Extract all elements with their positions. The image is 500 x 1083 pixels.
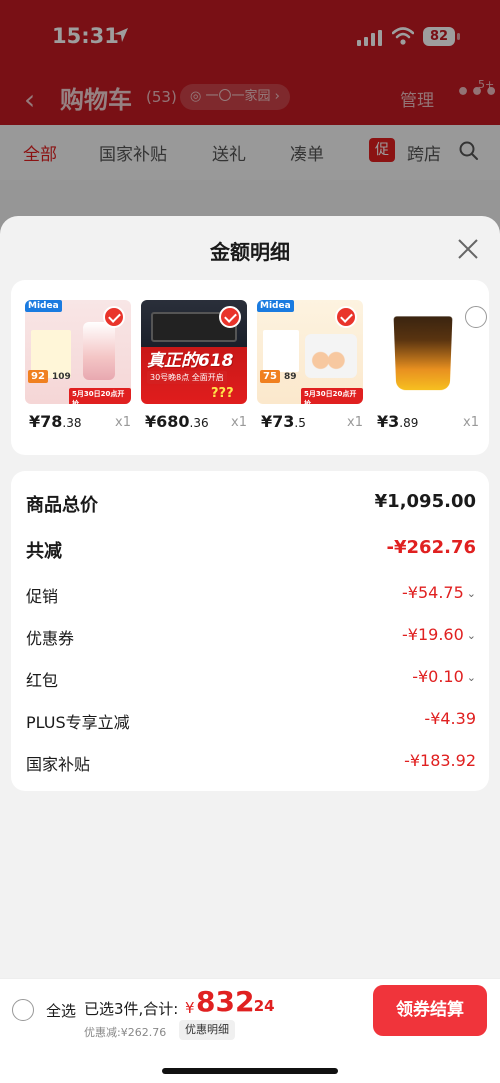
sheet-title: 金额明细	[210, 240, 290, 264]
product-price-row: ¥3.89 x1	[373, 412, 479, 436]
summary-value: -¥19.60 ⌄	[402, 625, 476, 644]
summary-amount: -¥19.60	[402, 625, 464, 644]
egg-cooker-graphic	[305, 334, 357, 378]
price-integer: ¥78	[29, 412, 63, 431]
summary-row-coupon[interactable]: 优惠券 -¥19.60 ⌄	[26, 625, 476, 653]
product-price: ¥680.36	[145, 412, 209, 431]
product-item[interactable]: 真正的618 30号晚8点 全面开启 ??? ¥680.36 x1	[141, 300, 247, 436]
drink-cup-graphic	[393, 316, 453, 391]
close-icon[interactable]	[455, 236, 481, 262]
summary-label: 商品总价	[26, 495, 98, 516]
summary-row-discount-total: 共减 -¥262.76	[26, 537, 476, 565]
checkout-bar: 全选 已选3件,合计: ¥ 832 .24 优惠减:¥262.76 优惠明细 领…	[0, 978, 500, 1083]
blender-graphic	[83, 322, 115, 380]
brand-logo: Midea	[257, 300, 294, 312]
promo-banner: 5月30日20点开抢	[301, 388, 363, 404]
checkout-button[interactable]: 领券结算	[373, 985, 487, 1036]
savings-text: 优惠减:¥262.76	[84, 1026, 167, 1039]
product-item[interactable]: Midea 92 109 5月30日20点开抢 ¥78.38 x1	[25, 300, 131, 436]
promo-mystery: ???	[211, 386, 234, 401]
product-qty: x1	[463, 415, 479, 430]
promo-banner: 5月30日20点开抢	[69, 388, 131, 404]
summary-amount: -¥0.10	[412, 667, 464, 686]
feature-list-graphic	[263, 330, 299, 372]
summary-label: 促销	[26, 587, 59, 606]
product-price-row: ¥680.36 x1	[141, 412, 247, 436]
summary-label: 共减	[26, 541, 62, 562]
select-all-label[interactable]: 全选	[46, 1000, 76, 1021]
selected-check-icon[interactable]	[335, 306, 357, 328]
selected-info: 已选3件,合计:	[84, 1000, 179, 1018]
promo-subline: 30号晚8点 全面开启	[147, 371, 227, 384]
selected-check-icon[interactable]	[103, 306, 125, 328]
summary-value: -¥54.75 ⌄	[402, 583, 476, 602]
summary-label: 红包	[26, 671, 59, 690]
summary-label: 优惠券	[26, 629, 75, 648]
summary-value: -¥4.39	[424, 709, 476, 728]
summary-value: -¥183.92	[404, 751, 476, 770]
product-qty: x1	[231, 415, 247, 430]
total-amount: 832	[196, 985, 255, 1018]
summary-row-total: 商品总价 ¥1,095.00	[26, 491, 476, 519]
product-image	[373, 300, 479, 404]
total-currency: ¥	[185, 999, 195, 1017]
total-decimal: .24	[248, 997, 275, 1015]
product-list: Midea 92 109 5月30日20点开抢 ¥78.38 x1 真正的618…	[11, 280, 489, 455]
product-qty: x1	[115, 415, 131, 430]
summary-amount: -¥54.75	[402, 583, 464, 602]
amount-summary: 商品总价 ¥1,095.00 共减 -¥262.76 促销 -¥54.75 ⌄ 优…	[11, 471, 489, 791]
product-price-row: ¥78.38 x1	[25, 412, 131, 436]
price-integer: ¥680	[145, 412, 190, 431]
price-decimal: .89	[399, 416, 419, 430]
chevron-down-icon[interactable]: ⌄	[467, 671, 476, 684]
product-qty: x1	[347, 415, 363, 430]
price-decimal: .36	[189, 416, 209, 430]
product-item[interactable]: ¥3.89 x1	[373, 300, 487, 436]
home-indicator[interactable]	[162, 1068, 338, 1074]
price-badge: 92	[28, 370, 48, 383]
product-price: ¥78.38	[29, 412, 82, 431]
chevron-down-icon[interactable]: ⌄	[467, 629, 476, 642]
summary-label: PLUS专享立减	[26, 713, 130, 732]
product-price: ¥3.89	[377, 412, 418, 431]
chevron-down-icon[interactable]: ⌄	[467, 587, 476, 600]
price-decimal: .5	[294, 416, 306, 430]
price-integer: ¥73	[261, 412, 295, 431]
summary-value: -¥262.76	[386, 537, 476, 558]
summary-row-promotion[interactable]: 促销 -¥54.75 ⌄	[26, 583, 476, 611]
promo-headline: 真正的618	[147, 351, 234, 371]
brand-logo: Midea	[25, 300, 62, 312]
unselected-check-icon[interactable]	[465, 306, 487, 328]
price-badge-secondary: 109	[52, 372, 71, 382]
product-price-row: ¥73.5 x1	[257, 412, 363, 436]
price-badge: 75	[260, 370, 280, 383]
price-decimal: .38	[62, 416, 82, 430]
summary-row-plus: PLUS专享立减 -¥4.39	[26, 709, 476, 737]
summary-row-national-subsidy: 国家补贴 -¥183.92	[26, 751, 476, 779]
summary-value: -¥0.10 ⌄	[412, 667, 476, 686]
price-badge-secondary: 89	[284, 372, 297, 382]
amount-detail-sheet: 金额明细 Midea 92 109 5月30日20点开抢 ¥78.38 x1 真…	[0, 216, 500, 1083]
summary-row-red-packet[interactable]: 红包 -¥0.10 ⌄	[26, 667, 476, 695]
summary-value: ¥1,095.00	[374, 491, 476, 512]
discount-detail-button[interactable]: 优惠明细	[179, 1020, 235, 1040]
product-price: ¥73.5	[261, 412, 306, 431]
product-item[interactable]: Midea 75 89 5月30日20点开抢 ¥73.5 x1	[257, 300, 363, 436]
selected-check-icon[interactable]	[219, 306, 241, 328]
price-integer: ¥3	[377, 412, 400, 431]
select-all-checkbox[interactable]	[12, 999, 34, 1021]
summary-label: 国家补贴	[26, 755, 91, 774]
